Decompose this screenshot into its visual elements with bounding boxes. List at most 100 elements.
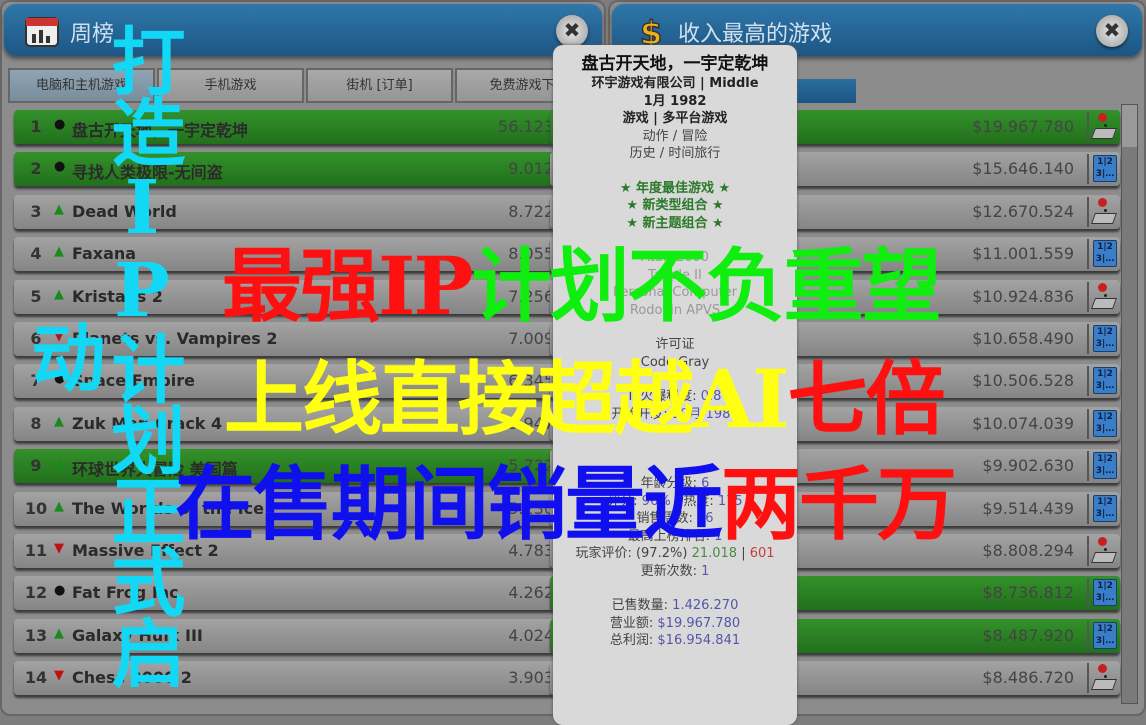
- revenue: $10.506.528: [972, 371, 1074, 391]
- weekly-sales: 9.012: [508, 159, 554, 179]
- weekly-sales: 4.262: [508, 583, 554, 603]
- joystick-icon[interactable]: [1087, 536, 1117, 566]
- trend-same-icon: ●: [54, 583, 66, 599]
- weekly-sales: 4.024: [508, 625, 554, 645]
- text: 1: [701, 563, 710, 579]
- svg-text:$: $: [640, 14, 662, 48]
- text: 上线直接超越AI: [224, 352, 789, 446]
- grid-icon[interactable]: 1|23|…: [1087, 620, 1117, 651]
- rank: 3: [30, 201, 42, 221]
- text: 已售数量:: [611, 598, 669, 613]
- weekly-sales: 8.722: [508, 201, 554, 221]
- overlay-caption-line1: 最强IP计划不负重望: [222, 222, 942, 338]
- rank: 9: [30, 456, 42, 476]
- trend-up-icon: ▲: [54, 201, 64, 217]
- grid-glyph: 1|23|…: [1093, 452, 1117, 480]
- overlay-caption-line3: 在售期间销量近两千万: [175, 440, 957, 556]
- grid-glyph: 1|23|…: [1093, 367, 1117, 395]
- panel-title: 收入最高的游戏: [678, 22, 833, 47]
- joystick-glyph: [1089, 536, 1117, 564]
- revenue: 营业额: $19.967.780: [553, 615, 797, 633]
- grid-glyph: 1|23|…: [1093, 621, 1117, 649]
- trend-up-icon: ▲: [54, 456, 64, 472]
- revenue: $11.001.559: [972, 244, 1074, 264]
- release-date: 1月 1982: [643, 93, 707, 109]
- grid-icon[interactable]: 1|23|…: [1087, 324, 1117, 354]
- revenue: $10.924.836: [972, 286, 1074, 306]
- rank: 10: [24, 498, 48, 518]
- grid-glyph: 1|23|…: [1093, 240, 1117, 268]
- close-button[interactable]: ✖: [1096, 15, 1128, 47]
- text: $19.967.780: [657, 615, 741, 631]
- grid-glyph: 1|23|…: [1093, 325, 1117, 352]
- units-sold: 已售数量: 1.426.270: [553, 597, 797, 615]
- scrollbar[interactable]: [1121, 104, 1138, 704]
- rank: 13: [24, 625, 48, 645]
- trend-same-icon: ●: [54, 159, 66, 175]
- text: 七倍: [787, 352, 946, 446]
- joystick-icon[interactable]: [1087, 196, 1117, 227]
- genre: 动作 / 冒险: [642, 128, 708, 144]
- game-title: 盘古开天地，一宇定乾坤: [581, 54, 769, 74]
- text: 1.426.270: [672, 598, 739, 613]
- dollar-icon: $: [639, 14, 663, 48]
- trend-up-icon: ▲: [54, 244, 64, 260]
- grid-icon[interactable]: 1|23|…: [1087, 239, 1117, 270]
- trend-up-icon: ▲: [54, 498, 64, 514]
- rank: 12: [24, 583, 48, 603]
- profit: 总利润: $16.954.841: [553, 632, 797, 650]
- rank: 8: [30, 413, 42, 433]
- grid-icon[interactable]: 1|23|…: [1087, 366, 1117, 397]
- close-button[interactable]: ✖: [556, 15, 588, 47]
- calendar-chart-icon: [25, 17, 59, 47]
- grid-icon[interactable]: 1|23|…: [1087, 451, 1117, 482]
- text: 营业额:: [609, 615, 654, 631]
- joystick-glyph: [1089, 112, 1117, 140]
- trend-down-icon: ▼: [54, 668, 64, 684]
- updates: 更新次数: 1: [553, 563, 797, 581]
- joystick-icon[interactable]: [1087, 281, 1117, 312]
- text: 两千万: [721, 457, 957, 551]
- grid-glyph: 1|23|…: [1093, 579, 1117, 607]
- revenue: $8.736.812: [982, 583, 1074, 603]
- revenue: $8.487.920: [982, 625, 1074, 645]
- topic: 历史 / 时间旅行: [629, 146, 721, 161]
- joystick-glyph: [1089, 663, 1117, 691]
- trend-up-icon: ▲: [54, 286, 64, 302]
- joystick-icon[interactable]: [1087, 112, 1117, 142]
- text: 在售期间销量近: [175, 457, 723, 551]
- revenue: $9.514.439: [982, 498, 1074, 518]
- rank: 2: [30, 159, 42, 179]
- grid-glyph: 1|23|…: [1093, 155, 1117, 183]
- grid-icon[interactable]: 1|23|…: [1087, 408, 1117, 439]
- joystick-icon[interactable]: [1087, 663, 1117, 694]
- rank: 5: [30, 286, 42, 306]
- text: 更新次数:: [640, 563, 697, 579]
- trend-up-icon: ▲: [54, 625, 64, 641]
- award: ★ 年度最佳游戏 ★: [619, 180, 731, 196]
- revenue: $9.902.630: [982, 456, 1074, 476]
- grid-icon[interactable]: 1|23|…: [1087, 578, 1117, 609]
- award: ★ 新类型组合 ★: [626, 198, 724, 213]
- weekly-sales: 3.903: [508, 668, 554, 688]
- joystick-glyph: [1089, 197, 1117, 225]
- grid-glyph: 1|23|…: [1093, 409, 1117, 437]
- tab-arcade[interactable]: 街机 [订单]: [306, 68, 453, 103]
- revenue: $10.074.039: [972, 413, 1074, 433]
- trend-up-icon: ▲: [54, 413, 64, 429]
- grid-icon[interactable]: 1|23|…: [1087, 493, 1117, 524]
- game-type: 游戏 | 多平台游戏: [622, 111, 728, 126]
- trend-same-icon: ●: [54, 117, 66, 132]
- scrollbar-thumb[interactable]: [1122, 105, 1137, 147]
- revenue: $8.808.294: [982, 541, 1074, 560]
- text: 总利润:: [609, 633, 654, 648]
- text: 最强IP: [222, 239, 474, 333]
- rank: 14: [24, 668, 48, 688]
- grid-icon[interactable]: 1|23|…: [1087, 154, 1117, 185]
- rank: 11: [24, 541, 48, 560]
- text: $16.954.841: [657, 633, 741, 648]
- text: 计划不负重望: [471, 239, 942, 333]
- rank: 1: [30, 117, 42, 136]
- revenue: $15.646.140: [972, 159, 1074, 179]
- weekly-sales: 56.123: [498, 117, 554, 136]
